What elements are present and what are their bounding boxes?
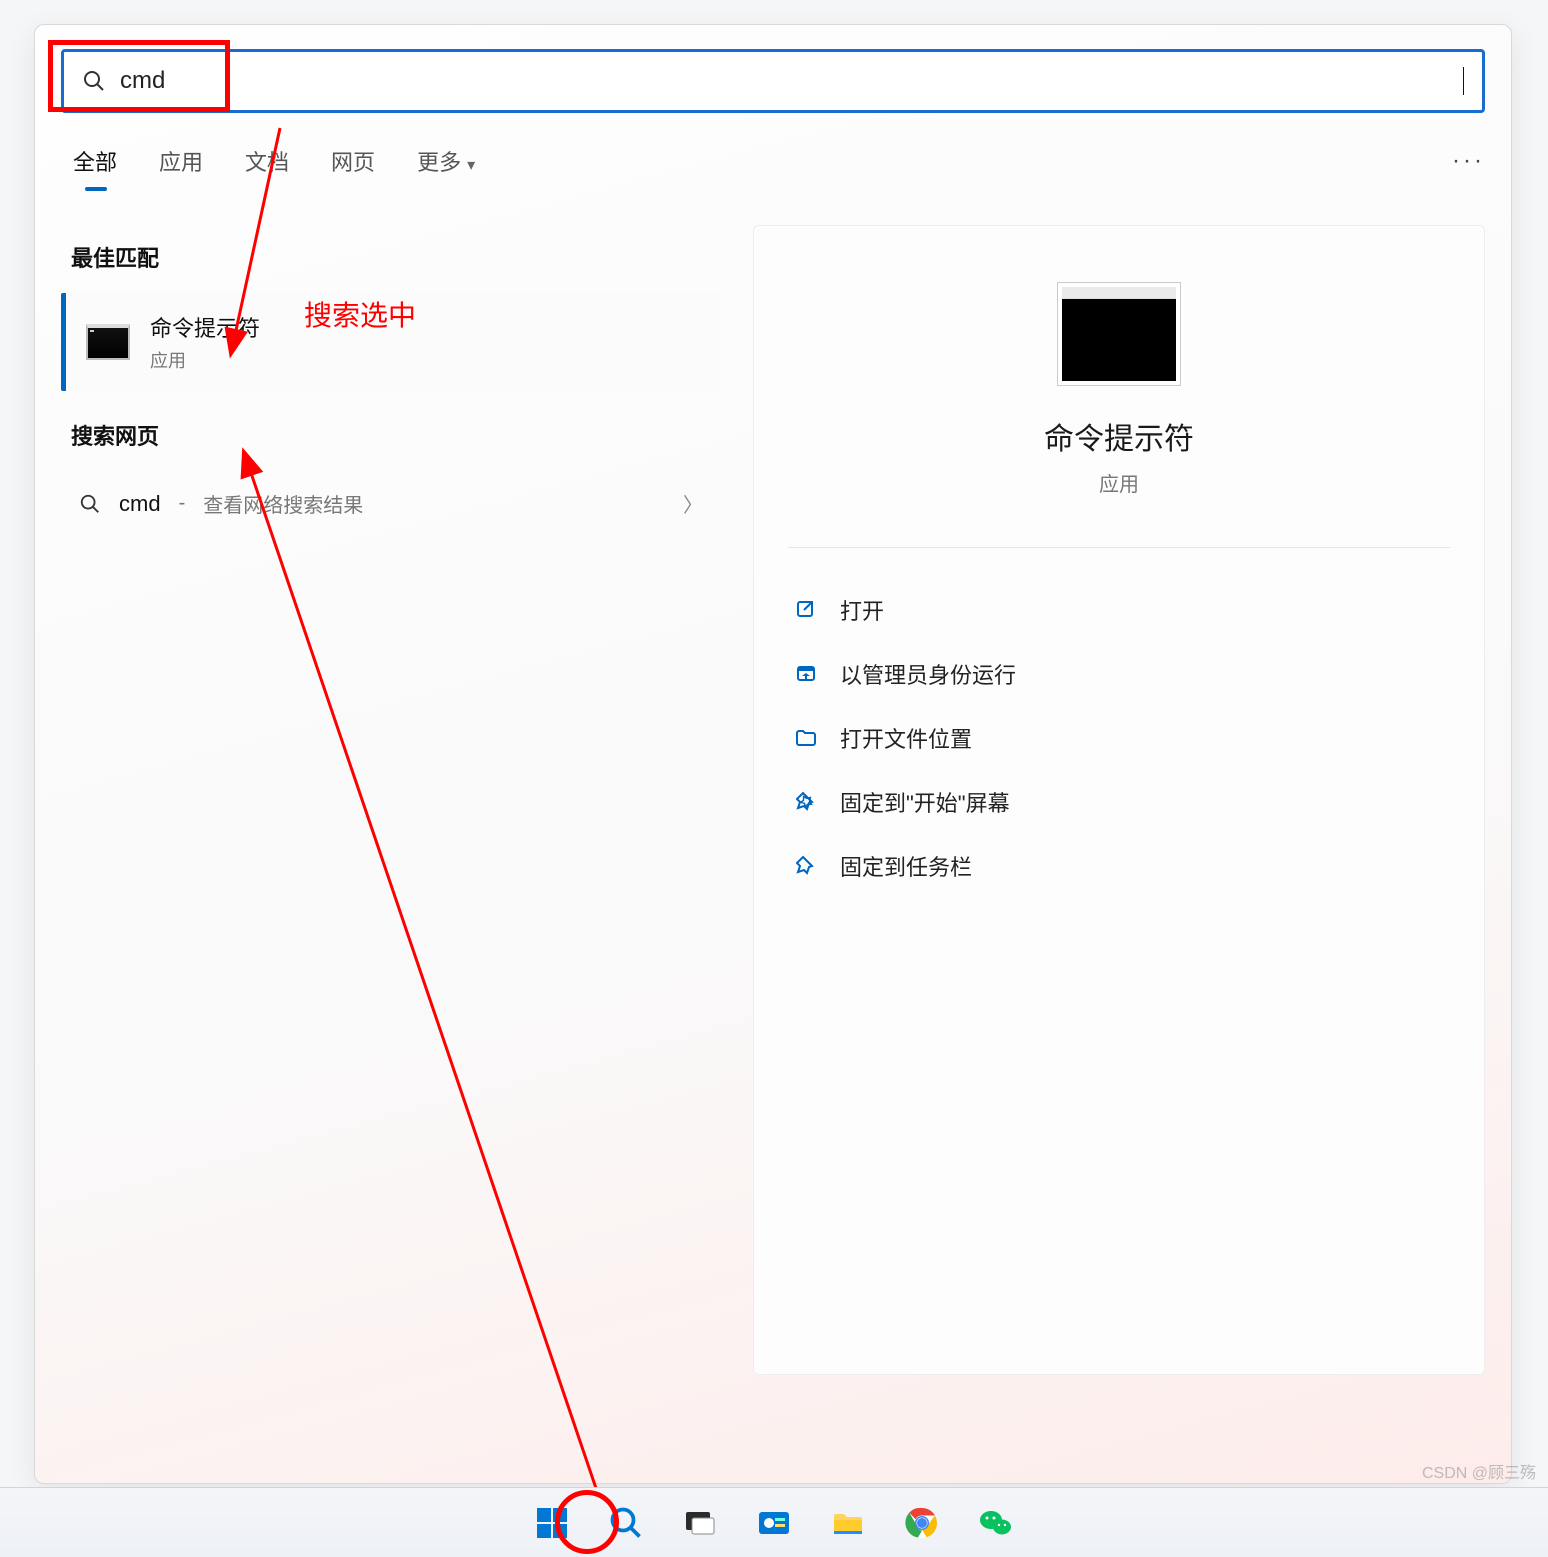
section-best-match-title: 最佳匹配 — [71, 241, 711, 273]
start-icon — [535, 1506, 569, 1540]
best-match-subtitle: 应用 — [150, 347, 260, 373]
preview-app-icon — [1057, 282, 1181, 386]
web-query: cmd — [119, 491, 161, 517]
action-open[interactable]: 打开 — [788, 578, 1450, 642]
chrome-icon — [905, 1506, 939, 1540]
action-pin-taskbar-label: 固定到任务栏 — [840, 850, 972, 882]
action-pin-start-label: 固定到"开始"屏幕 — [840, 786, 1010, 818]
web-search-result[interactable]: cmd - 查看网络搜索结果 〉 — [61, 471, 721, 536]
divider — [788, 547, 1450, 548]
shield-icon — [794, 662, 818, 686]
preview-subtitle: 应用 — [788, 468, 1450, 497]
explorer-icon — [831, 1506, 865, 1540]
preview-title: 命令提示符 — [788, 414, 1450, 458]
search-icon — [79, 493, 101, 515]
pin-icon — [794, 790, 818, 814]
best-match-title: 命令提示符 — [150, 311, 260, 343]
chrome-button[interactable] — [899, 1500, 945, 1546]
action-pin-taskbar[interactable]: 固定到任务栏 — [788, 834, 1450, 898]
action-open-location[interactable]: 打开文件位置 — [788, 706, 1450, 770]
explorer-button[interactable] — [825, 1500, 871, 1546]
action-run-admin[interactable]: 以管理员身份运行 — [788, 642, 1450, 706]
tab-apps[interactable]: 应用 — [159, 145, 203, 177]
taskview-button[interactable] — [677, 1500, 723, 1546]
cmd-icon — [86, 324, 130, 360]
open-icon — [794, 598, 818, 622]
tab-more[interactable]: 更多▾ — [417, 145, 475, 177]
search-bar[interactable]: cmd — [61, 49, 1485, 113]
tab-docs[interactable]: 文档 — [245, 145, 289, 177]
filter-tabs: 全部 应用 文档 网页 更多▾ ··· — [61, 145, 1485, 177]
pin-icon — [794, 854, 818, 878]
taskbar — [0, 1487, 1548, 1557]
search-window: cmd 全部 应用 文档 网页 更多▾ ··· 最佳匹配 命令提示符 应用 搜索… — [34, 24, 1512, 1484]
web-desc: 查看网络搜索结果 — [203, 489, 363, 518]
text-caret — [1463, 67, 1464, 95]
settings-icon — [757, 1506, 791, 1540]
overflow-menu-button[interactable]: ··· — [1452, 147, 1485, 175]
wechat-icon — [978, 1505, 1014, 1541]
chevron-right-icon: 〉 — [683, 489, 703, 518]
tab-all[interactable]: 全部 — [73, 145, 117, 177]
best-match-result[interactable]: 命令提示符 应用 — [61, 293, 721, 391]
preview-panel: 命令提示符 应用 打开 以管理员身份运行 打开文件位置 固定到"开始"屏幕 — [753, 225, 1485, 1375]
content-area: 最佳匹配 命令提示符 应用 搜索网页 cmd - 查看网络搜索结果 〉 — [61, 225, 1485, 1375]
folder-icon — [794, 726, 818, 750]
action-run-admin-label: 以管理员身份运行 — [840, 658, 1016, 690]
search-input[interactable]: cmd — [120, 67, 1449, 95]
chevron-down-icon: ▾ — [467, 157, 475, 174]
search-icon — [82, 69, 106, 93]
section-web-title: 搜索网页 — [71, 419, 711, 451]
best-match-text: 命令提示符 应用 — [150, 311, 260, 373]
start-button[interactable] — [529, 1500, 575, 1546]
taskview-icon — [683, 1506, 717, 1540]
web-separator: - — [179, 492, 186, 515]
results-column: 最佳匹配 命令提示符 应用 搜索网页 cmd - 查看网络搜索结果 〉 — [61, 225, 721, 1375]
action-open-label: 打开 — [840, 594, 884, 626]
taskbar-search-button[interactable] — [603, 1500, 649, 1546]
watermark: CSDN @顾三殇 — [1422, 1459, 1536, 1483]
wechat-button[interactable] — [973, 1500, 1019, 1546]
tab-web[interactable]: 网页 — [331, 145, 375, 177]
action-pin-start[interactable]: 固定到"开始"屏幕 — [788, 770, 1450, 834]
action-open-location-label: 打开文件位置 — [840, 722, 972, 754]
search-icon — [608, 1505, 644, 1541]
settings-button[interactable] — [751, 1500, 797, 1546]
